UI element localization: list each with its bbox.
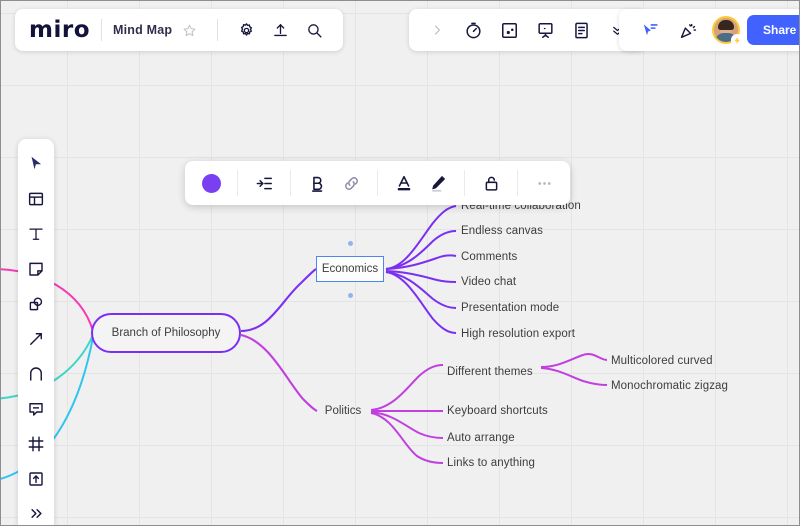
celebrate-icon[interactable] <box>674 16 702 44</box>
more-options-icon[interactable] <box>530 169 558 197</box>
mindmap-connectors <box>1 205 608 480</box>
ctx-group-text <box>291 161 377 205</box>
upload-icon[interactable] <box>267 17 293 43</box>
mindmap-leaf[interactable]: Different themes <box>447 365 533 379</box>
more-tools-icon[interactable] <box>21 498 51 525</box>
shapes-icon[interactable] <box>21 288 51 319</box>
notes-icon[interactable] <box>566 15 596 45</box>
search-icon[interactable] <box>301 17 327 43</box>
mindmap-leaf[interactable]: High resolution export <box>461 327 575 341</box>
ctx-group-style <box>378 161 464 205</box>
share-button[interactable]: Share <box>747 15 799 45</box>
star-icon[interactable] <box>176 17 202 43</box>
ctx-group-layout <box>238 161 290 205</box>
mindmap-leaf[interactable]: Monochromatic zigzag <box>611 379 728 393</box>
mindmap-node-economics[interactable]: Economics <box>316 256 384 282</box>
pen-icon[interactable] <box>21 358 51 389</box>
ctx-group-color <box>185 161 237 205</box>
fill-color-swatch[interactable] <box>197 169 225 197</box>
mindmap-root-node[interactable]: Branch of Philosophy <box>91 313 241 353</box>
layout-indent-icon[interactable] <box>250 169 278 197</box>
frame-icon[interactable] <box>494 15 524 45</box>
mindmap-leaf[interactable]: Endless canvas <box>461 224 543 238</box>
mindmap-leaf[interactable]: Multicolored curved <box>611 354 713 368</box>
mindmap-leaf[interactable]: Video chat <box>461 275 516 289</box>
templates-icon[interactable] <box>21 183 51 214</box>
cursor-chat-icon[interactable] <box>636 16 664 44</box>
mindmap-root-label: Branch of Philosophy <box>111 327 221 339</box>
avatar[interactable] <box>712 16 743 46</box>
selection-context-toolbar <box>185 161 570 205</box>
link-icon[interactable] <box>337 169 365 197</box>
node-handle-top[interactable] <box>348 241 353 246</box>
lock-icon[interactable] <box>477 169 505 197</box>
brand-toolbar: miro Mind Map <box>15 9 344 51</box>
sticky-note-icon[interactable] <box>21 253 51 284</box>
timer-icon[interactable] <box>458 15 488 45</box>
arrow-connector-icon[interactable] <box>21 323 51 354</box>
upload-tool-icon[interactable] <box>21 463 51 494</box>
divider <box>101 19 102 41</box>
mindmap-leaf[interactable]: Auto arrange <box>447 431 515 445</box>
frame-tool-icon[interactable] <box>21 428 51 459</box>
mindmap-node-economics-label: Economics <box>321 263 379 275</box>
board-title[interactable]: Mind Map <box>113 23 172 37</box>
ctx-group-more <box>518 161 570 205</box>
right-toolbar: Share <box>619 9 799 51</box>
creation-toolbar <box>18 139 54 525</box>
node-handle-bottom[interactable] <box>348 293 353 298</box>
mindmap-leaf[interactable]: Links to anything <box>447 456 535 470</box>
highlighter-pen-icon[interactable] <box>424 169 452 197</box>
text-icon[interactable] <box>21 218 51 249</box>
mindmap-leaf[interactable]: Presentation mode <box>461 301 559 315</box>
miro-logo[interactable]: miro <box>29 18 90 42</box>
mindmap-leaf[interactable]: Comments <box>461 250 517 264</box>
comment-icon[interactable] <box>21 393 51 424</box>
mindmap-node-politics-label: Politics <box>324 405 362 417</box>
select-cursor-icon[interactable] <box>21 148 51 179</box>
text-color-icon[interactable] <box>390 169 418 197</box>
presentation-icon[interactable] <box>530 15 560 45</box>
ctx-group-lock <box>465 161 517 205</box>
divider <box>217 19 219 41</box>
bolt-badge-icon <box>731 34 743 46</box>
center-toolbar <box>409 9 645 51</box>
miro-board-app: Branch of Philosophy Economics Politics … <box>0 0 800 526</box>
chevron-right-icon[interactable] <box>422 15 452 45</box>
mindmap-node-politics[interactable]: Politics <box>317 401 369 421</box>
bold-icon[interactable] <box>303 169 331 197</box>
mindmap-leaf[interactable]: Keyboard shortcuts <box>447 404 548 418</box>
gear-icon[interactable] <box>233 17 259 43</box>
